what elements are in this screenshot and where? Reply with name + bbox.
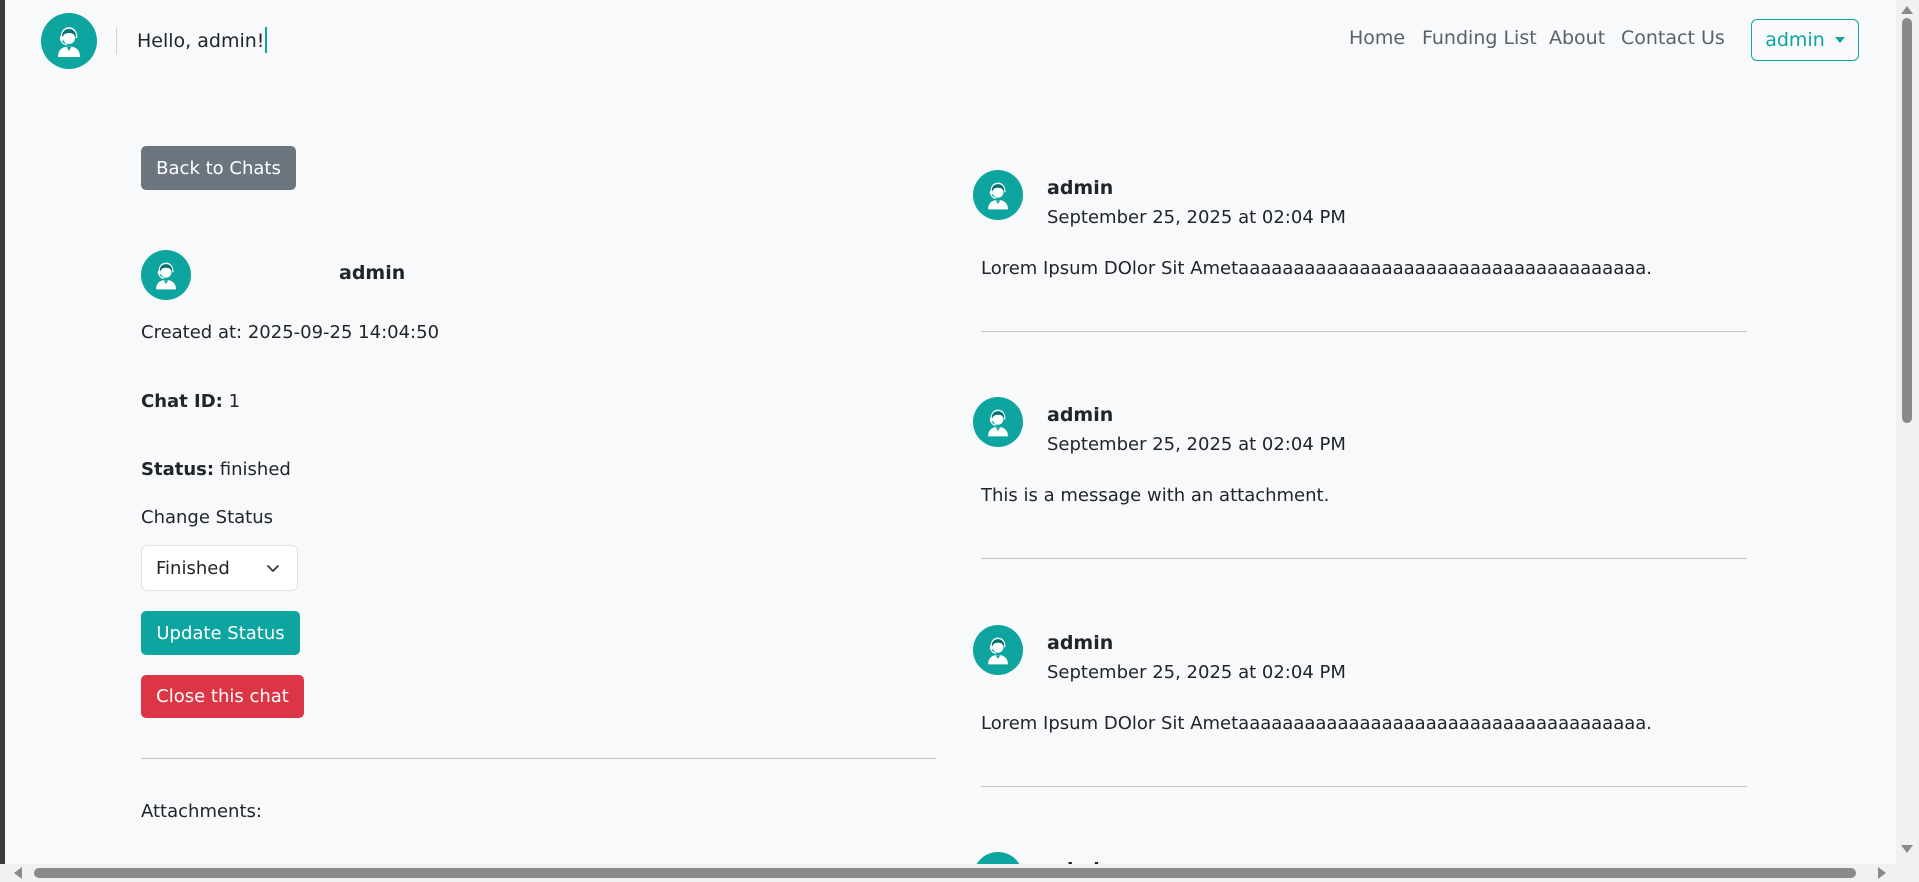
update-status-button[interactable]: Update Status <box>141 611 300 655</box>
user-avatar-icon <box>973 625 1023 675</box>
close-chat-button[interactable]: Close this chat <box>141 675 304 718</box>
nav-link-home[interactable]: Home <box>1349 27 1405 49</box>
greeting-label: Hello, admin! <box>137 30 265 52</box>
section-divider <box>141 758 936 759</box>
change-status-label: Change Status <box>141 507 273 528</box>
created-at-label: Created at: <box>141 322 243 343</box>
nav-link-about[interactable]: About <box>1549 27 1605 49</box>
nav-link-funding-list[interactable]: Funding List <box>1422 27 1537 49</box>
message-text: Lorem Ipsum DOlor Sit Ametaaaaaaaaaaaaaa… <box>981 258 1653 279</box>
message-divider <box>981 331 1747 332</box>
status-label: Status: <box>141 459 215 480</box>
user-avatar-icon <box>141 250 191 300</box>
chevron-down-icon <box>267 565 279 572</box>
navbar: Hello, admin! Home Funding List About Co… <box>5 0 1896 84</box>
user-avatar-icon <box>973 397 1023 447</box>
scroll-left-icon[interactable] <box>14 867 22 879</box>
vertical-scroll-thumb[interactable] <box>1902 18 1912 423</box>
text-cursor <box>265 27 268 53</box>
user-menu-label: admin <box>1765 29 1825 51</box>
scroll-up-icon[interactable] <box>1901 6 1913 14</box>
status-value: finished <box>219 459 291 480</box>
chat-status: Status: finished <box>141 459 291 480</box>
message-text: Lorem Ipsum DOlor Sit Ametaaaaaaaaaaaaaa… <box>981 713 1653 734</box>
message-time: September 25, 2025 at 02:04 PM <box>1047 207 1346 228</box>
status-select[interactable]: Finished <box>141 545 298 591</box>
scroll-right-icon[interactable] <box>1878 867 1886 879</box>
logo-avatar-icon[interactable] <box>41 13 97 69</box>
message-time: September 25, 2025 at 02:04 PM <box>1047 662 1346 683</box>
caret-down-icon <box>1834 37 1845 43</box>
message-time: September 25, 2025 at 02:04 PM <box>1047 434 1346 455</box>
horizontal-scroll-thumb[interactable] <box>34 868 1856 878</box>
chat-id-value: 1 <box>228 391 241 412</box>
status-select-value: Finished <box>156 557 230 579</box>
chat-user-name: admin <box>339 262 406 284</box>
navbar-divider <box>116 27 117 54</box>
created-at: Created at: 2025-09-25 14:04:50 <box>141 322 439 343</box>
attachments-label: Attachments: <box>141 801 262 822</box>
created-at-value: 2025-09-25 14:04:50 <box>247 322 440 343</box>
message-author: admin <box>1047 632 1114 654</box>
message-text: This is a message with an attachment. <box>981 485 1330 506</box>
greeting-text: Hello, admin! <box>137 27 268 53</box>
user-avatar-icon <box>973 852 1023 864</box>
user-avatar-icon <box>973 170 1023 220</box>
message-author: admin <box>1047 404 1114 426</box>
message-divider <box>981 558 1747 559</box>
user-menu-button[interactable]: admin <box>1751 19 1859 61</box>
nav-link-contact-us[interactable]: Contact Us <box>1621 27 1725 49</box>
message-divider <box>981 786 1747 787</box>
back-to-chats-button[interactable]: Back to Chats <box>141 146 296 190</box>
message-author: admin <box>1047 177 1114 199</box>
page-viewport: Hello, admin! Home Funding List About Co… <box>5 0 1896 864</box>
chat-id-label: Chat ID: <box>141 391 223 412</box>
scroll-down-icon[interactable] <box>1901 845 1913 853</box>
chat-id: Chat ID: 1 <box>141 391 240 412</box>
